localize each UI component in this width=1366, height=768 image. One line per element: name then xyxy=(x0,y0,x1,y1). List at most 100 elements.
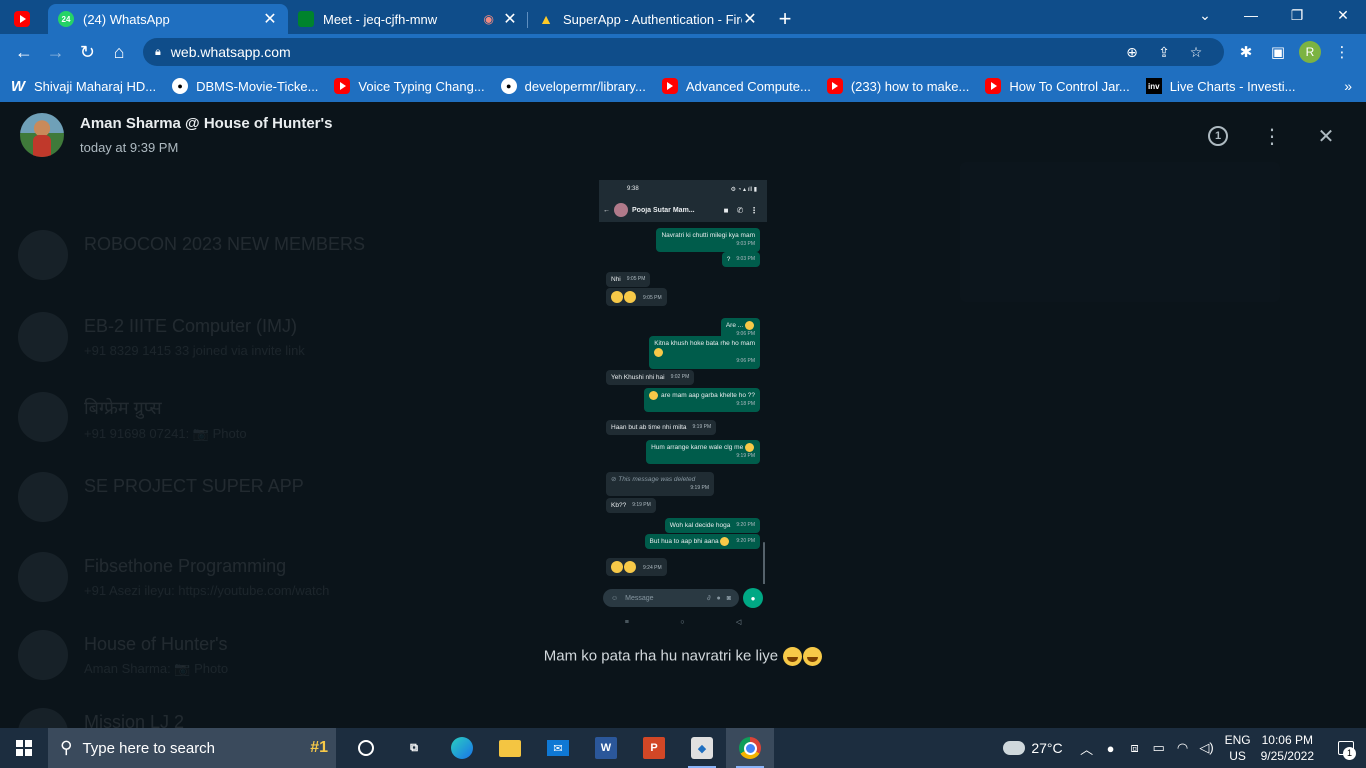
chrome-menu-icon[interactable]: ⋮ xyxy=(1326,36,1358,68)
bookmark-item[interactable]: ● developermr/library... xyxy=(500,78,646,94)
battery-icon[interactable]: ▭ xyxy=(1147,740,1171,756)
cortana-button[interactable] xyxy=(342,728,390,768)
more-icon: ⋮ xyxy=(750,205,758,215)
bookmark-item[interactable]: (233) how to make... xyxy=(826,78,969,94)
laughing-emoji-icon xyxy=(803,647,823,666)
recording-icon: ◉ xyxy=(483,12,494,26)
reload-button[interactable]: ↻ xyxy=(71,36,103,68)
edge-button[interactable] xyxy=(438,728,486,768)
back-button[interactable]: ← xyxy=(8,36,40,68)
cortana-icon xyxy=(358,740,374,756)
powerpoint-button[interactable]: P xyxy=(630,728,678,768)
tab-youtube[interactable] xyxy=(0,4,48,34)
extensions-icon[interactable]: ✱ xyxy=(1230,36,1262,68)
google-meet-icon xyxy=(298,11,314,27)
smirk-emoji-icon xyxy=(649,391,659,400)
notification-button[interactable]: 1 xyxy=(1326,728,1366,768)
tab-search-icon[interactable]: ⌄ xyxy=(1182,0,1228,30)
chrome-icon xyxy=(739,737,761,759)
lock-icon[interactable]: 🔒︎ xyxy=(155,46,161,59)
bookmark-item[interactable]: ● DBMS-Movie-Ticke... xyxy=(172,78,318,94)
restore-button[interactable]: ❐ xyxy=(1274,0,1320,30)
chat-bubble: Navratri ki chutti milegi kya mam 9:03 PM xyxy=(656,228,760,252)
deleted-icon: ⊘ xyxy=(611,476,617,483)
weather-widget[interactable]: 27°C xyxy=(1003,740,1063,756)
profile-avatar[interactable]: R xyxy=(1299,41,1322,63)
tab-title: Meet - jeq-cjfh-mnw xyxy=(323,11,438,27)
bookmark-item[interactable]: How To Control Jar... xyxy=(985,78,1130,94)
word-button[interactable]: W xyxy=(582,728,630,768)
tab-title: SuperApp - Authentication - Fire xyxy=(563,11,742,27)
chat-bubble: Haan but ab time nhi milta 9:19 PM xyxy=(606,420,717,435)
tab-strip: 24 (24) WhatsApp ✕ Meet - jeq-cjfh-mnw ◉… xyxy=(0,0,1366,34)
window-controls: ⌄ — ❐ ✕ xyxy=(1182,0,1366,34)
chat-bubble: But hua to aap bhi aana 9:20 PM xyxy=(644,534,760,550)
word-icon: W xyxy=(595,737,617,759)
close-window-button[interactable]: ✕ xyxy=(1320,0,1366,30)
youtube-icon xyxy=(334,78,351,94)
microphone-icon[interactable]: ● xyxy=(1099,741,1123,756)
youtube-icon xyxy=(14,11,30,27)
bookmark-item[interactable]: Voice Typing Chang... xyxy=(334,78,485,94)
close-tab-icon[interactable]: ✕ xyxy=(262,9,278,29)
tab-meet[interactable]: Meet - jeq-cjfh-mnw ◉ ✕ xyxy=(288,4,528,34)
taskbar: ⚲ Type here to search #1 ⧉ ✉ W P ◆ 27°C … xyxy=(0,728,1366,768)
view-once-button[interactable]: 1 xyxy=(1204,122,1232,150)
start-button[interactable] xyxy=(0,728,48,768)
bookmark-star-icon[interactable]: ☆ xyxy=(1180,44,1212,61)
chevron-up-icon[interactable]: ︿ xyxy=(1075,739,1099,758)
chat-bubble: Kb?? 9:19 PM xyxy=(606,498,656,513)
side-panel-icon[interactable]: ▣ xyxy=(1262,36,1294,68)
app-button[interactable]: ◆ xyxy=(678,728,726,768)
taskbar-search[interactable]: ⚲ Type here to search #1 xyxy=(48,728,336,768)
phone-status-bar: 9:38 ⚙ ◔ ▴ ıll ▮ xyxy=(599,180,767,198)
tab-firebase[interactable]: ▲ SuperApp - Authentication - Fire ✕ xyxy=(528,4,768,34)
contact-avatar xyxy=(614,203,628,217)
tab-title: (24) WhatsApp xyxy=(83,11,170,27)
chat-bubble: ⊘ This message was deleted 9:19 PM xyxy=(606,472,714,496)
close-tab-icon[interactable]: ✕ xyxy=(502,9,518,29)
share-icon[interactable]: ⇪ xyxy=(1148,44,1180,61)
wallpaper-icon: W xyxy=(10,77,26,95)
shared-image[interactable]: 9:38 ⚙ ◔ ▴ ıll ▮ ← Pooja Sutar Mam... ■ … xyxy=(599,180,767,632)
chat-bubble: Nhi 9:05 PM xyxy=(606,272,651,287)
url-text: web.whatsapp.com xyxy=(170,44,291,60)
network-status-icon[interactable]: ⧈ xyxy=(1123,740,1147,756)
phone-input-bar: ☺ Message ∂ ● ◙ ● xyxy=(599,584,767,612)
clock[interactable]: 10:06 PM 9/25/2022 xyxy=(1261,732,1314,764)
avatar[interactable] xyxy=(20,113,64,157)
browser-toolbar: ← → ↻ ⌂ 🔒︎ web.whatsapp.com ⊕ ⇪ ☆ ✱ ▣ R … xyxy=(0,34,1366,70)
bookmark-item[interactable]: Advanced Compute... xyxy=(661,78,811,94)
list-item: बिग्फ्रेम ग्रुप्स +91 91698 07241: 📷 Phot… xyxy=(18,392,247,442)
more-bookmarks-icon[interactable]: » xyxy=(1344,78,1352,94)
forward-button[interactable]: → xyxy=(40,36,72,68)
system-tray: 27°C ︿ ● ⧈ ▭ ◠ ◁) ENG US 10:06 PM 9/25/202… xyxy=(1003,728,1366,768)
tab-whatsapp[interactable]: 24 (24) WhatsApp ✕ xyxy=(48,4,288,34)
youtube-icon xyxy=(826,78,843,94)
close-icon[interactable]: ✕ xyxy=(1312,122,1340,150)
chat-bubble: 9:24 PM xyxy=(606,558,667,576)
volume-icon[interactable]: ◁) xyxy=(1195,740,1219,756)
view-once-icon: 1 xyxy=(1208,126,1228,146)
list-item: ROBOCON 2023 NEW MEMBERS xyxy=(18,230,365,280)
wifi-icon[interactable]: ◠ xyxy=(1171,740,1195,756)
task-view-button[interactable]: ⧉ xyxy=(390,728,438,768)
new-tab-button[interactable]: + xyxy=(768,4,802,34)
investing-icon: inv xyxy=(1145,78,1162,94)
menu-icon[interactable]: ⋮ xyxy=(1258,122,1286,150)
powerpoint-icon: P xyxy=(643,737,665,759)
home-icon: ○ xyxy=(680,618,685,626)
media-viewer: ROBOCON 2023 NEW MEMBERS EB-2 IIITE Comp… xyxy=(0,102,1366,728)
address-bar[interactable]: 🔒︎ web.whatsapp.com ⊕ ⇪ ☆ xyxy=(142,38,1225,66)
language-indicator[interactable]: ENG US xyxy=(1225,732,1251,764)
mail-button[interactable]: ✉ xyxy=(534,728,582,768)
zoom-icon[interactable]: ⊕ xyxy=(1116,44,1148,61)
bookmark-item[interactable]: W Shivaji Maharaj HD... xyxy=(10,77,156,95)
close-tab-icon[interactable]: ✕ xyxy=(742,9,758,29)
bookmark-item[interactable]: inv Live Charts - Investi... xyxy=(1145,78,1295,94)
minimize-button[interactable]: — xyxy=(1228,0,1274,30)
file-explorer-button[interactable] xyxy=(486,728,534,768)
chrome-button[interactable] xyxy=(726,728,774,768)
home-button[interactable]: ⌂ xyxy=(103,36,135,68)
viewer-header: Aman Sharma @ House of Hunter's today at… xyxy=(0,102,1366,168)
